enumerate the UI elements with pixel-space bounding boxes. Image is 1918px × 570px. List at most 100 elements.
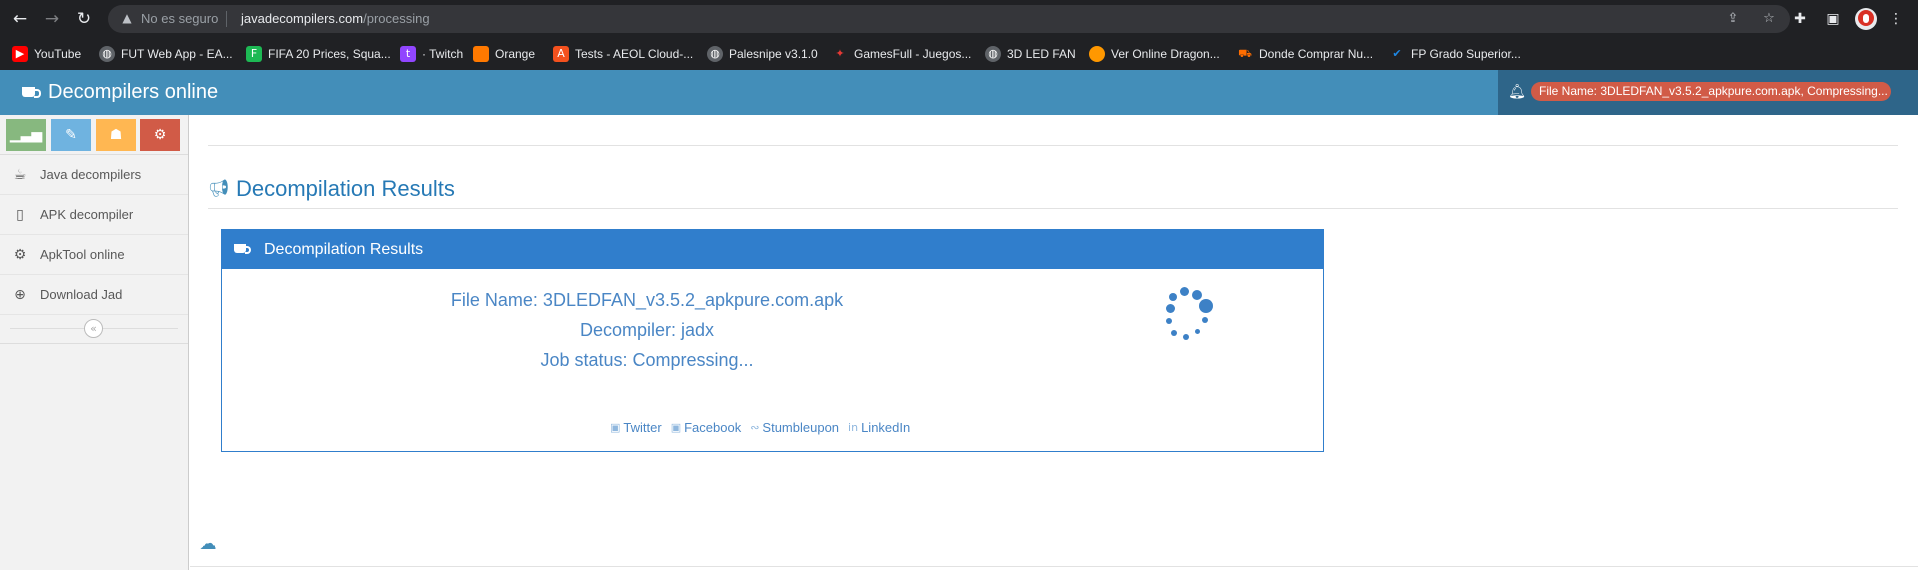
youtube-icon: ▶ [12,46,28,62]
spinner-dot [1166,304,1175,313]
coffee-icon [234,242,252,258]
loading-spinner-icon [1158,285,1218,345]
url-text[interactable]: javadecompilers.com/processing [241,11,430,26]
bullhorn-icon: 📢︎ [208,179,230,199]
facebook-link[interactable]: ▣ Facebook [671,420,742,435]
bookmark-fut-web-app[interactable]: ◍ FUT Web App - EA... [99,38,233,70]
url-path: /processing [363,11,430,26]
orange-icon [473,46,489,62]
insecure-label: No es seguro [141,11,219,26]
share-label: Facebook [684,420,742,435]
sidebar-shortcuts: ▁▃▅ ✎ ☗ ⚙ [0,115,188,155]
bell-icon[interactable]: 🔔︎ [1508,83,1526,101]
share-label: Stumbleupon [762,420,840,435]
job-status-text: Job status: Compressing... [540,350,754,370]
extensions-puzzle-icon[interactable]: ✚ [1790,9,1810,29]
page-title: Decompilation Results [236,176,455,201]
browser-toolbar: ← → ↻ ▲ No es seguro javadecompilers.com… [0,0,1918,38]
globe-icon: ◍ [99,46,115,62]
globe-icon: ◍ [985,46,1001,62]
bookmark-star-icon[interactable]: ☆ [1760,10,1778,28]
spinner-dot [1166,318,1172,324]
cloud-upload-icon[interactable]: ☁︎ [197,535,219,553]
sidebar-item-java-decompilers[interactable]: ☕︎ Java decompilers [0,155,188,195]
back-icon[interactable]: ← [10,9,30,29]
bookmark-label: YouTube [34,47,82,61]
share-page-icon[interactable]: ⇪ [1724,10,1742,28]
sidebar-item-label: ApkTool online [40,247,125,262]
bookmark-fp-grado[interactable]: ✔ FP Grado Superior... [1389,38,1520,70]
bookmark-label: Donde Comprar Nu... [1259,47,1374,61]
coffee-icon [22,85,41,101]
bookmark-gamesfull[interactable]: ✦ GamesFull - Juegos... [832,38,971,70]
collapse-sidebar-icon[interactable]: « [84,319,103,338]
page-header: 📢︎ Decompilation Results [208,176,455,202]
twitch-icon: t [400,46,416,62]
address-bar[interactable]: ▲ No es seguro javadecompilers.com/proce… [108,5,1790,33]
more-menu-icon[interactable]: ⋮ [1886,9,1906,29]
download-icon: ⊕ [14,286,26,303]
bookmark-dragon-ball[interactable]: Ver Online Dragon... [1089,38,1220,70]
bookmark-label: Orange [495,47,536,61]
brand-title: Decompilers online [48,81,219,103]
gamepad-icon: ✦ [835,47,845,60]
spinner-dot [1195,329,1200,334]
bookmarks-bar: ▶ YouTube ◍ FUT Web App - EA... F FIFA 20 P… [0,38,1918,70]
notification-area[interactable]: 🔔︎ File Name: 3DLEDFAN_v3.5.2_apkpure.co… [1498,70,1918,115]
address-divider [226,11,227,27]
share-label: LinkedIn [861,420,911,435]
spinner-dot [1202,317,1208,323]
stumbleupon-link[interactable]: ∾ Stumbleupon [750,420,839,435]
brand-link[interactable]: Decompilers online [22,70,218,115]
bookmark-fifa-prices[interactable]: F FIFA 20 Prices, Squa... [246,38,391,70]
bookmark-donde-comprar[interactable]: ⛟ Donde Comprar Nu... [1237,38,1373,70]
side-panel-icon[interactable]: ▣ [1823,9,1843,29]
cogs-shortcut-icon[interactable]: ⚙ [140,119,180,151]
coffee-icon: ☕︎ [13,166,27,183]
page-header-divider [208,208,1898,209]
spinner-dot [1169,293,1177,301]
bookmark-aeol-tests[interactable]: A Tests - AEOL Cloud-... [553,38,693,70]
sidebar-item-apk-decompiler[interactable]: ▯ APK decompiler [0,195,188,235]
widget-header: Decompilation Results [222,230,1323,269]
bookmark-label: GamesFull - Juegos... [854,47,972,61]
warning-icon: ▲ [122,11,132,25]
notification-badge[interactable]: File Name: 3DLEDFAN_v3.5.2_apkpure.com.a… [1531,82,1891,101]
footer-divider [190,566,1918,567]
sidebar-item-label: Download Jad [40,287,123,302]
sidebar-item-download-jad[interactable]: ⊕ Download Jad [0,275,188,315]
dragonball-icon [1089,46,1105,62]
linkedin-link[interactable]: in LinkedIn [848,420,910,435]
bookmark-label: Tests - AEOL Cloud-... [575,47,694,61]
twitter-link[interactable]: ▣ Twitter [610,420,662,435]
forward-icon[interactable]: → [42,9,62,29]
futbin-icon: F [246,46,262,62]
signal-shortcut-icon[interactable]: ▁▃▅ [6,119,46,151]
facebook-icon: ▣ [670,421,682,434]
reload-icon[interactable]: ↻ [74,9,94,29]
share-label: Twitter [623,420,662,435]
spinner-dot [1180,287,1189,296]
url-host: javadecompilers.com [241,11,364,26]
bookmark-palesnipe[interactable]: ◍ Palesnipe v3.1.0 [707,38,818,70]
spinner-dot [1171,330,1177,336]
spinner-dot [1199,299,1213,313]
bookmark-3d-led-fan[interactable]: ◍ 3D LED FAN [985,38,1076,70]
spinner-dot [1183,334,1189,340]
sidebar-divider [0,343,188,344]
bookmark-label: FUT Web App - EA... [121,47,233,61]
spinner-dot [1192,290,1202,300]
pencil-shortcut-icon[interactable]: ✎ [51,119,91,151]
profile-avatar[interactable] [1855,8,1877,30]
aeol-icon: A [553,46,569,62]
breadcrumb-divider [208,145,1898,146]
sidebar-item-apktool-online[interactable]: ⚙ ApkTool online [0,235,188,275]
share-links: ▣ Twitter ▣ Facebook ∾ Stumbleupon in Linked… [610,420,919,435]
bookmark-youtube[interactable]: ▶ YouTube [12,38,81,70]
bookmark-twitch[interactable]: t · Twitch [400,38,463,70]
bookmark-orange[interactable]: Orange [473,38,535,70]
file-name-text: File Name: 3DLEDFAN_v3.5.2_apkpure.com.a… [450,290,844,310]
bookmark-label: FIFA 20 Prices, Squa... [268,47,391,61]
bookmark-label: Ver Online Dragon... [1111,47,1220,61]
users-shortcut-icon[interactable]: ☗ [96,119,136,151]
